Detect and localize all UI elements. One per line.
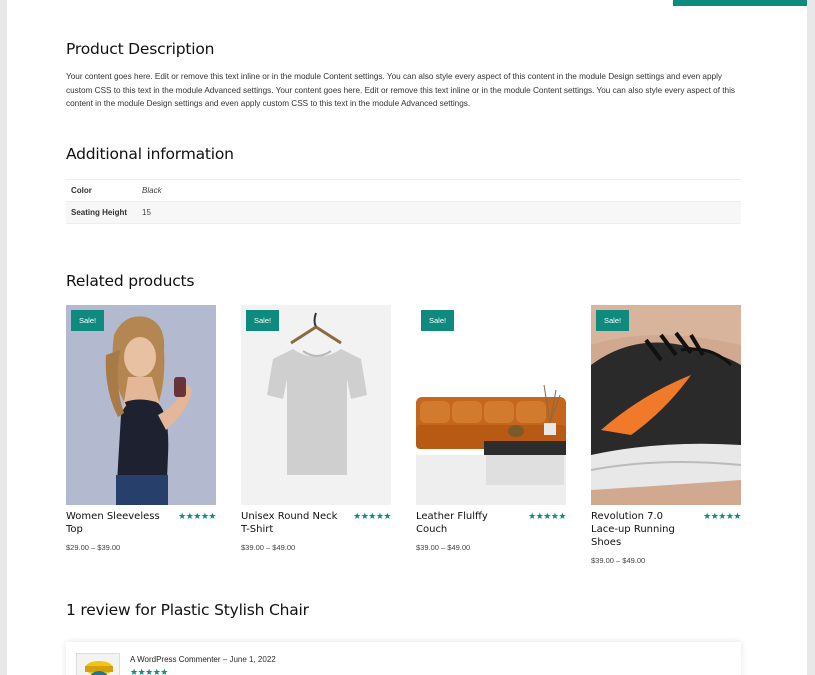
review-meta: A WordPress Commenter – June 1, 2022: [130, 655, 276, 664]
attribute-row-seating-height: Seating Height 15: [66, 201, 741, 224]
additional-information-heading: Additional information: [66, 145, 234, 163]
star-rating: ★★★★★: [703, 511, 741, 521]
product-description-text: Your content goes here. Edit or remove t…: [66, 72, 736, 108]
page: Product Description Your content goes he…: [7, 0, 807, 675]
shoe-photo: [591, 305, 741, 505]
related-products-grid: Sale! Women Sleeveless Top ★★★★★ $29.00 …: [66, 305, 741, 575]
product-card[interactable]: Sale! Revolution 7.0 Lace-up Running Sho…: [591, 305, 741, 565]
review-author: A WordPress Commenter: [130, 655, 221, 664]
woman-photo: [66, 305, 216, 505]
attribute-label: Color: [71, 186, 92, 195]
sale-badge: Sale!: [596, 310, 630, 331]
related-products-heading: Related products: [66, 272, 195, 290]
product-image-tshirt[interactable]: Sale!: [241, 305, 391, 505]
product-card[interactable]: Sale! Unisex Round Neck T-Shirt ★★★★★ $3…: [241, 305, 391, 552]
product-title[interactable]: Leather Flulffy Couch: [416, 510, 516, 536]
couch-photo: [416, 305, 566, 505]
review-star-rating: ★★★★★: [130, 667, 168, 675]
product-price: $39.00 – $49.00: [416, 543, 471, 552]
tshirt-photo: [241, 305, 391, 505]
product-price: $39.00 – $49.00: [241, 543, 296, 552]
product-card[interactable]: Sale! Leather Flulffy Couch ★★★★★ $39.00…: [416, 305, 566, 552]
review-item: W A WordPress Commenter – June 1, 2022 ★…: [66, 642, 741, 675]
additional-information-table: Color Black Seating Height 15: [66, 179, 741, 224]
attribute-label: Seating Height: [71, 208, 128, 217]
attribute-value: Black: [142, 186, 162, 195]
product-image-woman[interactable]: Sale!: [66, 305, 216, 505]
sale-badge: Sale!: [246, 310, 280, 331]
star-rating: ★★★★★: [353, 511, 391, 521]
reviews-heading: 1 review for Plastic Stylish Chair: [66, 601, 309, 619]
review-date: June 1, 2022: [229, 655, 276, 664]
attribute-value: 15: [142, 208, 151, 217]
product-card[interactable]: Sale! Women Sleeveless Top ★★★★★ $29.00 …: [66, 305, 216, 552]
product-description-heading: Product Description: [66, 40, 215, 58]
product-image-shoe[interactable]: Sale!: [591, 305, 741, 505]
star-rating: ★★★★★: [528, 511, 566, 521]
product-image-couch[interactable]: Sale!: [416, 305, 566, 505]
star-rating: ★★★★★: [178, 511, 216, 521]
sale-badge: Sale!: [71, 310, 105, 331]
product-title[interactable]: Revolution 7.0 Lace-up Running Shoes: [591, 510, 691, 549]
top-accent-bar: [673, 0, 807, 6]
sale-badge: Sale!: [421, 310, 455, 331]
wordpress-avatar-icon: W: [76, 653, 120, 675]
product-price: $39.00 – $49.00: [591, 556, 646, 565]
product-title[interactable]: Unisex Round Neck T-Shirt: [241, 510, 341, 536]
product-price: $29.00 – $39.00: [66, 543, 121, 552]
attribute-row-color: Color Black: [66, 179, 741, 202]
product-title[interactable]: Women Sleeveless Top: [66, 510, 166, 536]
